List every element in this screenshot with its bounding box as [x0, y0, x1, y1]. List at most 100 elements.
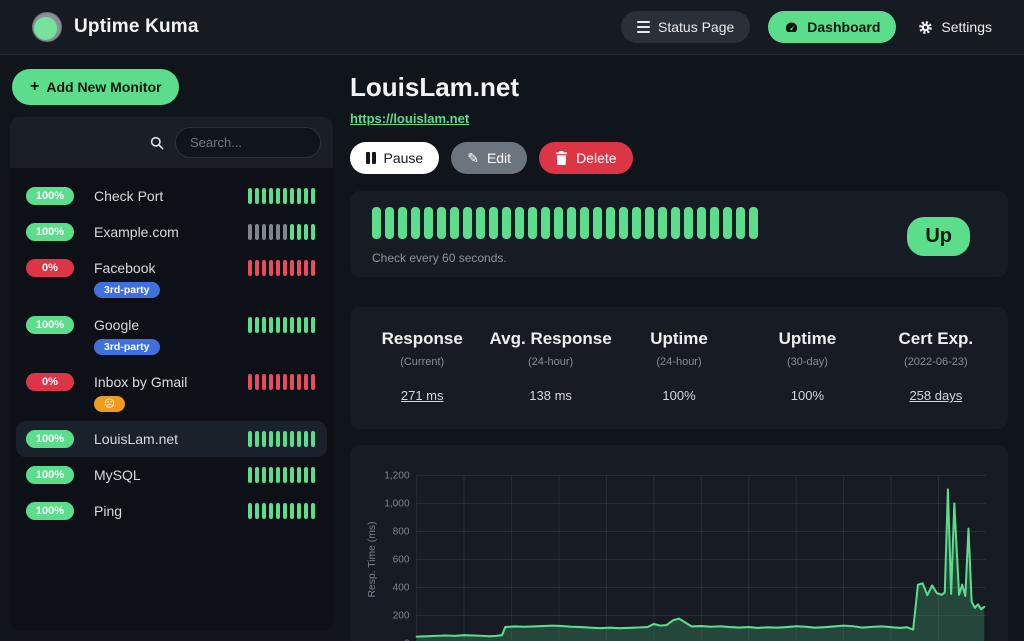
monitor-heartbeat-bars	[248, 467, 315, 483]
add-monitor-label: Add New Monitor	[46, 79, 161, 95]
uptime-badge: 100%	[26, 502, 74, 520]
monitor-tag: 3rd-party	[94, 339, 160, 355]
monitor-list-item[interactable]: 100% Google 3rd-party	[16, 307, 327, 364]
uptime-badge: 0%	[26, 373, 74, 391]
pause-label: Pause	[384, 150, 424, 166]
stat-label: Uptime	[743, 329, 871, 349]
monitor-name: Check Port	[88, 188, 248, 204]
stat-label: Cert Exp.	[872, 329, 1000, 349]
monitor-name: MySQL	[88, 467, 248, 483]
monitor-detail: LouisLam.net https://louislam.net Pause …	[350, 64, 1008, 631]
search-icon	[149, 135, 165, 151]
main-layout: + Add New Monitor 100%Check Port100%Exam…	[0, 55, 1024, 641]
dashboard-label: Dashboard	[807, 19, 880, 35]
monitor-name: Inbox by Gmail	[88, 374, 248, 390]
monitor-url-link[interactable]: https://louislam.net	[350, 111, 469, 126]
edit-label: Edit	[487, 150, 511, 166]
stat-value: 258 days	[872, 388, 1000, 403]
settings-button[interactable]: Settings	[914, 11, 996, 43]
stat-subtitle: (Current)	[358, 356, 486, 368]
stat-subtitle: (24-hour)	[486, 356, 614, 368]
page-title: LouisLam.net	[350, 72, 1008, 103]
monitor-list-item[interactable]: 100% LouisLam.net	[16, 421, 327, 457]
delete-button[interactable]: Delete	[539, 142, 632, 174]
stat-column: Uptime (24-hour) 100%	[615, 329, 743, 403]
monitor-tag: 3rd-party	[94, 282, 160, 298]
monitor-name: Example.com	[88, 224, 248, 240]
gear-icon	[918, 20, 933, 35]
check-interval-text: Check every 60 seconds.	[372, 251, 758, 265]
monitor-list-item[interactable]: 100% Check Port	[16, 178, 327, 214]
heartbeat-card: Check every 60 seconds. Up	[350, 191, 1008, 277]
status-page-label: Status Page	[658, 19, 734, 35]
monitor-tag: ☹	[94, 396, 125, 412]
stat-column: Response(Current)271 ms	[358, 329, 486, 403]
monitor-list-item[interactable]: 100% Ping	[16, 493, 327, 529]
monitor-heartbeat-bars	[248, 224, 315, 240]
svg-text:Resp. Time (ms): Resp. Time (ms)	[367, 521, 378, 597]
svg-text:1,200: 1,200	[384, 470, 410, 481]
status-page-button[interactable]: Status Page	[621, 11, 750, 43]
monitor-name: Facebook	[88, 260, 248, 276]
header-nav: Status Page Dashboard Settings	[621, 11, 996, 43]
heartbeat-bars[interactable]	[372, 207, 758, 239]
monitor-list-item[interactable]: 100%Example.com	[16, 214, 327, 250]
monitor-heartbeat-bars	[248, 374, 315, 390]
uptime-badge: 0%	[26, 259, 74, 277]
stat-subtitle: (24-hour)	[615, 356, 743, 368]
stat-value: 271 ms	[358, 388, 486, 403]
sidebar: + Add New Monitor 100%Check Port100%Exam…	[10, 64, 333, 631]
search-bar	[10, 117, 333, 168]
svg-text:600: 600	[393, 555, 410, 566]
uptime-badge: 100%	[26, 430, 74, 448]
plus-icon: +	[30, 78, 39, 96]
stats-card: Response(Current)271 msAvg. Response(24-…	[350, 307, 1008, 429]
stat-column: Cert Exp. (2022-06-23) 258 days	[872, 329, 1000, 403]
search-input[interactable]	[175, 127, 321, 158]
monitor-list-panel: 100%Check Port100%Example.com0%Facebook3…	[10, 117, 333, 631]
uptime-badge: 100%	[26, 466, 74, 484]
monitor-name: LouisLam.net	[88, 431, 248, 447]
trash-icon	[555, 151, 568, 165]
stat-label: Uptime	[615, 329, 743, 349]
monitor-heartbeat-bars	[248, 431, 315, 447]
svg-text:200: 200	[393, 611, 410, 622]
dashboard-button[interactable]: Dashboard	[768, 11, 896, 43]
stat-subtitle: (30-day)	[743, 356, 871, 368]
stat-label: Avg. Response	[486, 329, 614, 349]
monitor-list-item[interactable]: 0% Facebook 3rd-party	[16, 250, 327, 307]
uptime-badge: 100%	[26, 316, 74, 334]
uptime-badge: 100%	[26, 187, 74, 205]
app-header: Uptime Kuma Status Page Dashboard Settin…	[0, 0, 1024, 55]
svg-text:400: 400	[393, 583, 410, 594]
svg-text:1,000: 1,000	[384, 498, 410, 509]
edit-button[interactable]: ✎ Edit	[451, 142, 527, 174]
monitor-tags: ☹	[88, 391, 315, 412]
gauge-icon	[784, 20, 799, 35]
monitor-name: Google	[88, 317, 248, 333]
stat-value: 138 ms	[486, 388, 614, 403]
monitor-list: 100%Check Port100%Example.com0%Facebook3…	[10, 168, 333, 539]
status-badge: Up	[907, 217, 970, 256]
svg-text:800: 800	[393, 527, 410, 538]
monitor-list-item[interactable]: 100% MySQL	[16, 457, 327, 493]
stat-value: 100%	[615, 388, 743, 403]
pause-icon	[366, 152, 376, 164]
response-time-chart[interactable]: 02004006008001,0001,20016:1316:4317:1317…	[364, 463, 994, 641]
pause-button[interactable]: Pause	[350, 142, 439, 174]
stat-subtitle: (2022-06-23)	[872, 356, 1000, 368]
add-new-monitor-button[interactable]: + Add New Monitor	[12, 69, 179, 105]
app-title: Uptime Kuma	[74, 16, 199, 38]
response-chart-card: 02004006008001,0001,20016:1316:4317:1317…	[350, 445, 1008, 641]
stat-value: 100%	[743, 388, 871, 403]
monitor-name: Ping	[88, 503, 248, 519]
uptime-kuma-logo-icon	[32, 12, 62, 42]
monitor-actions: Pause ✎ Edit Delete	[350, 142, 1008, 174]
monitor-heartbeat-bars	[248, 260, 315, 276]
pencil-icon: ✎	[467, 151, 479, 165]
monitor-heartbeat-bars	[248, 188, 315, 204]
monitor-heartbeat-bars	[248, 317, 315, 333]
monitor-tags: 3rd-party	[88, 277, 315, 298]
monitor-list-item[interactable]: 0% Inbox by Gmail ☹	[16, 364, 327, 421]
stat-column: Uptime (30-day) 100%	[743, 329, 871, 403]
